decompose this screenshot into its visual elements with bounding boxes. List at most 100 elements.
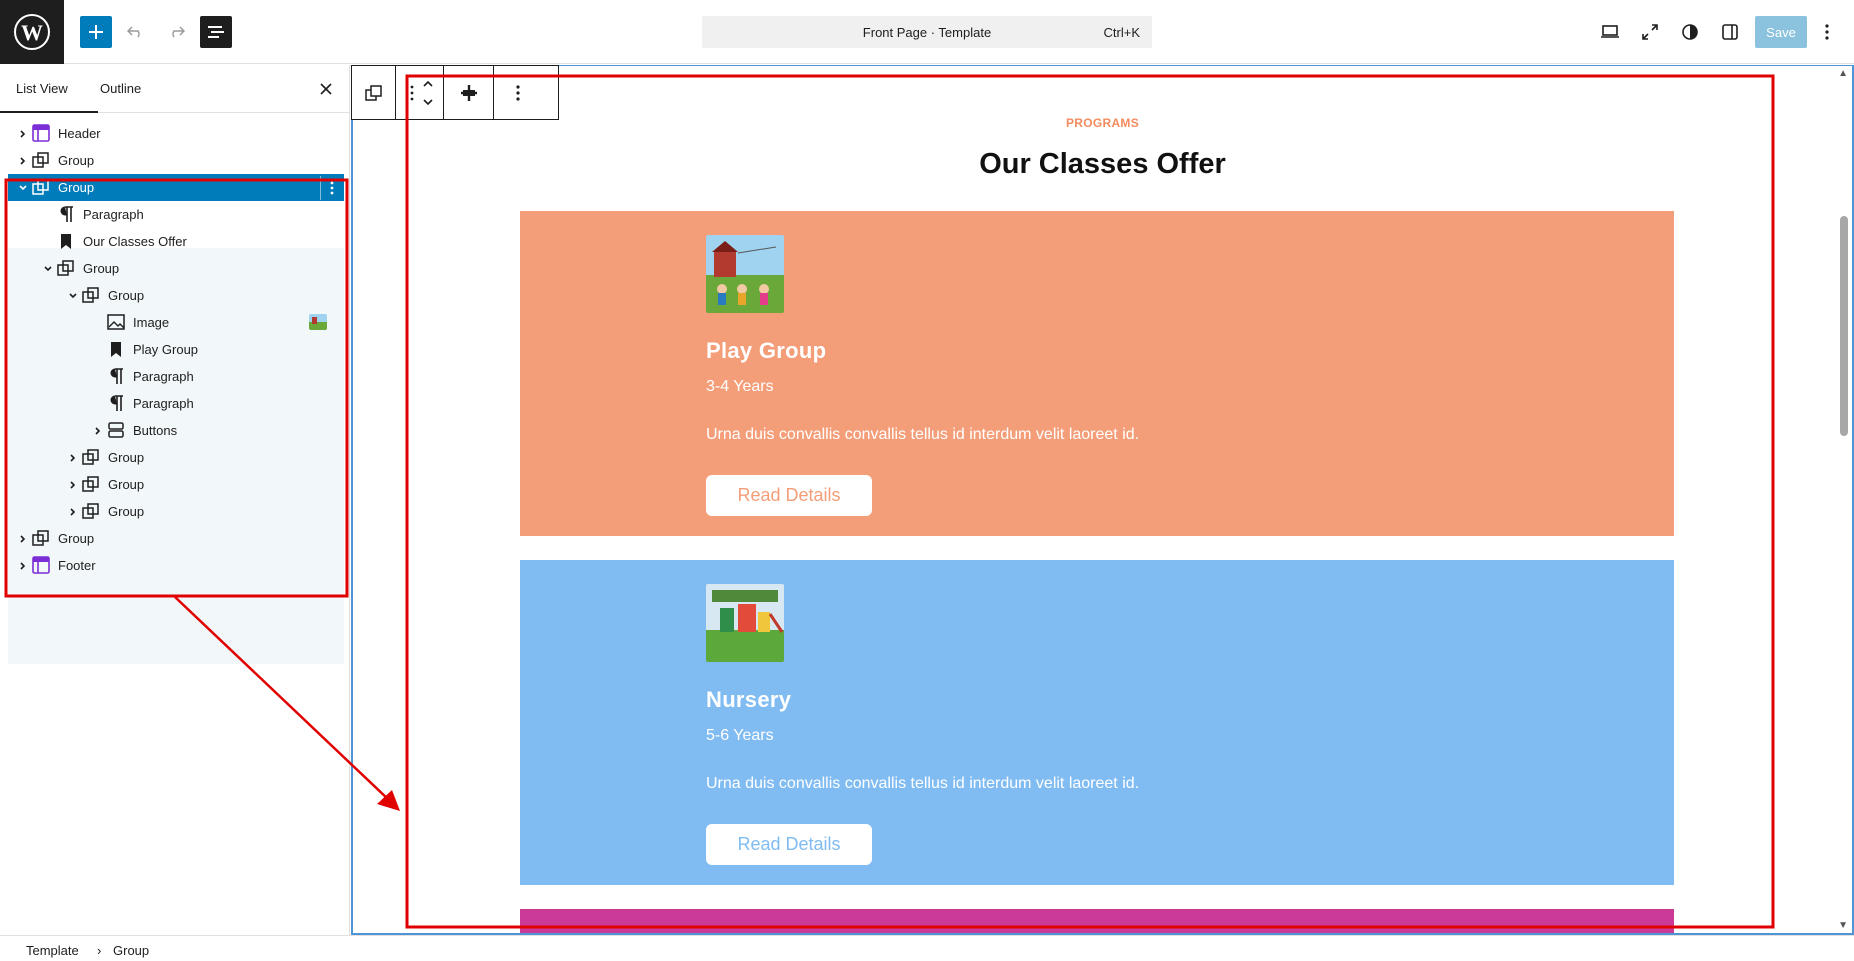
tree-row-image[interactable]: Image (0, 309, 350, 336)
tree-row-label: Group (108, 504, 145, 519)
template-part-icon (32, 124, 50, 142)
group-icon (82, 502, 100, 520)
chevron-right-icon[interactable] (16, 559, 30, 573)
breadcrumb-template[interactable]: Template (26, 943, 79, 958)
tree-row-label: Group (58, 180, 95, 195)
class-image[interactable] (706, 584, 784, 662)
row-options-icon[interactable] (320, 176, 342, 200)
tree-row-our-classes-offer[interactable]: Our Classes Offer (0, 228, 350, 255)
section-heading[interactable]: Our Classes Offer (353, 148, 1852, 181)
command-palette-bar[interactable]: Front Page · Template Ctrl+K (702, 16, 1152, 48)
paragraph-icon (107, 394, 125, 412)
breadcrumb-group[interactable]: Group (113, 943, 149, 958)
chevron-right-icon[interactable] (66, 478, 80, 492)
read-details-button[interactable]: Read Details (706, 824, 872, 865)
drag-move-handle[interactable] (396, 66, 444, 119)
block-options-icon[interactable] (494, 66, 542, 119)
tree-row-group[interactable]: Group (0, 471, 350, 498)
list-view-sidebar: List View Outline Header Group Group Paragr… (0, 65, 350, 935)
block-toolbar (351, 65, 559, 120)
canvas-scrollbar[interactable] (1840, 216, 1848, 436)
tree-row-label: Buttons (133, 423, 178, 438)
class-card-nursery[interactable]: Nursery 5-6 Years Urna duis convallis co… (520, 560, 1674, 885)
fullscreen-icon[interactable] (1634, 16, 1666, 48)
styles-icon[interactable] (1674, 16, 1706, 48)
image-thumbnail (309, 314, 327, 330)
heading-icon (57, 232, 75, 250)
chevron-down-icon[interactable] (16, 181, 30, 195)
chevron-down-icon[interactable] (41, 262, 55, 276)
image-icon (107, 313, 125, 331)
tree-row-paragraph[interactable]: Paragraph (0, 201, 350, 228)
tree-row-header[interactable]: Header (0, 120, 350, 147)
class-card-partial[interactable] (520, 909, 1674, 933)
chevron-right-icon[interactable] (66, 451, 80, 465)
add-block-button[interactable] (80, 16, 112, 48)
tree-row-label: Group (58, 153, 95, 168)
card-description[interactable]: Urna duis convallis convallis tellus id … (706, 426, 1139, 444)
tree-row-buttons[interactable]: Buttons (0, 417, 350, 444)
section-eyebrow[interactable]: PROGRAMS (353, 116, 1852, 130)
more-options-icon[interactable] (1815, 16, 1839, 48)
group-icon (32, 178, 50, 196)
read-details-button[interactable]: Read Details (706, 475, 872, 516)
class-image[interactable] (706, 235, 784, 313)
tree-row-label: Group (108, 450, 145, 465)
card-title[interactable]: Play Group (706, 338, 826, 364)
tree-row-label: Paragraph (133, 396, 194, 411)
shortcut-hint: Ctrl+K (1103, 25, 1140, 40)
template-part-icon (32, 556, 50, 574)
document-overview-button[interactable] (200, 16, 232, 48)
class-card-play-group[interactable]: Play Group 3-4 Years Urna duis convallis… (520, 211, 1674, 536)
card-title[interactable]: Nursery (706, 687, 791, 713)
chevron-right-icon[interactable] (66, 505, 80, 519)
group-icon (82, 286, 100, 304)
card-age[interactable]: 3-4 Years (706, 378, 774, 396)
wordpress-logo-icon[interactable]: W (0, 0, 64, 64)
editor-canvas[interactable]: PROGRAMS Our Classes Offer Play Group 3-… (351, 65, 1854, 935)
align-icon[interactable] (444, 66, 494, 119)
card-description[interactable]: Urna duis convallis convallis tellus id … (706, 775, 1139, 793)
heading-icon (107, 340, 125, 358)
paragraph-icon (107, 367, 125, 385)
group-icon (32, 151, 50, 169)
tab-outline[interactable]: Outline (100, 65, 141, 113)
save-button[interactable]: Save (1755, 16, 1807, 48)
undo-button[interactable] (120, 16, 152, 48)
group-icon (57, 259, 75, 277)
chevron-right-icon[interactable] (16, 154, 30, 168)
tree-row-label: Group (108, 477, 145, 492)
chevron-right-icon[interactable] (16, 532, 30, 546)
tree-row-group[interactable]: Group (0, 444, 350, 471)
tree-row-group[interactable]: Group (0, 255, 350, 282)
settings-sidebar-icon[interactable] (1714, 16, 1746, 48)
tree-row-label: Footer (58, 558, 96, 573)
tree-row-play-group[interactable]: Play Group (0, 336, 350, 363)
chevron-right-icon[interactable] (91, 424, 105, 438)
device-preview-icon[interactable] (1594, 16, 1626, 48)
close-icon[interactable] (314, 77, 338, 101)
tree-row-group[interactable]: Group (0, 498, 350, 525)
block-type-group-icon[interactable] (352, 66, 396, 119)
tree-row-label: Image (133, 315, 170, 330)
tree-row-group[interactable]: Group (0, 525, 350, 552)
tree-row-paragraph[interactable]: Paragraph (0, 363, 350, 390)
tree-row-group[interactable]: Group (0, 147, 350, 174)
tree-row-group[interactable]: Group (8, 174, 344, 201)
tree-row-label: Paragraph (133, 369, 194, 384)
chevron-down-icon[interactable] (66, 289, 80, 303)
tree-row-paragraph[interactable]: Paragraph (0, 390, 350, 417)
breadcrumb-separator-icon: › (97, 943, 102, 958)
group-icon (82, 448, 100, 466)
redo-button[interactable] (160, 16, 192, 48)
tree-row-footer[interactable]: Footer (0, 552, 350, 579)
tree-row-label: Group (108, 288, 145, 303)
chevron-right-icon[interactable] (16, 127, 30, 141)
scroll-down-arrow-icon[interactable]: ▼ (1838, 920, 1848, 931)
tree-row-group[interactable]: Group (0, 282, 350, 309)
group-icon (82, 475, 100, 493)
scroll-up-arrow-icon[interactable]: ▲ (1838, 68, 1848, 79)
document-title: Front Page · Template (862, 25, 992, 40)
card-age[interactable]: 5-6 Years (706, 727, 774, 745)
tab-list-view[interactable]: List View (0, 65, 98, 113)
